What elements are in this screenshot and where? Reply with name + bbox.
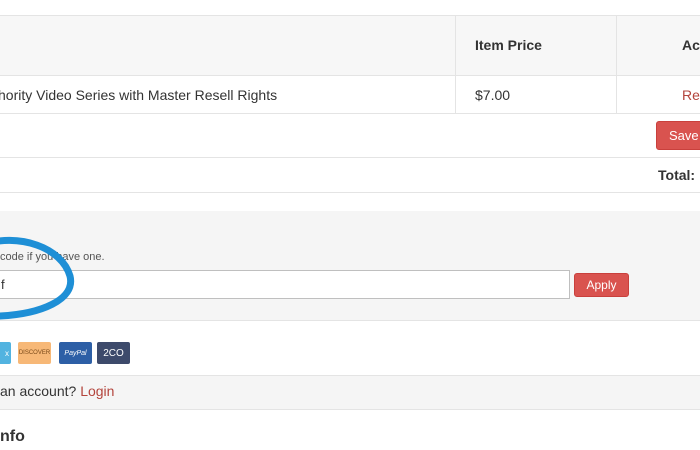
row-divider bbox=[0, 75, 700, 76]
discover-card-icon: DISCOVER bbox=[18, 342, 51, 364]
account-prompt: an account? Login bbox=[0, 383, 114, 399]
column-divider bbox=[616, 16, 617, 113]
section-divider bbox=[0, 320, 700, 321]
actions-header: Ac bbox=[682, 37, 700, 53]
promo-code-input[interactable] bbox=[0, 270, 570, 299]
column-divider bbox=[455, 16, 456, 113]
item-price: $7.00 bbox=[475, 87, 511, 103]
item-price-header: Item Price bbox=[475, 37, 542, 53]
remove-link[interactable]: Re bbox=[682, 87, 700, 103]
section-heading: nfo bbox=[0, 428, 25, 445]
total-label: Total: bbox=[658, 167, 696, 183]
promo-code-section bbox=[0, 211, 700, 320]
apply-button[interactable]: Apply bbox=[574, 273, 629, 297]
account-prompt-text: an account? bbox=[0, 383, 77, 399]
table-bottom-border bbox=[0, 192, 700, 193]
checkout-page: Item Price Ac hority Video Series with M… bbox=[0, 0, 700, 450]
promo-hint-text: code if you have one. bbox=[0, 251, 105, 263]
section-divider bbox=[0, 375, 700, 376]
paypal-icon: PayPal bbox=[59, 342, 92, 364]
login-link[interactable]: Login bbox=[80, 383, 114, 399]
2checkout-icon: 2CO bbox=[97, 342, 130, 364]
amex-card-icon: x bbox=[0, 342, 11, 364]
save-button[interactable]: Save bbox=[656, 121, 700, 150]
section-divider bbox=[0, 409, 700, 410]
row-divider bbox=[0, 157, 700, 158]
row-divider bbox=[0, 113, 700, 114]
product-name: hority Video Series with Master Resell R… bbox=[0, 87, 278, 103]
cart-table-header bbox=[0, 16, 700, 75]
